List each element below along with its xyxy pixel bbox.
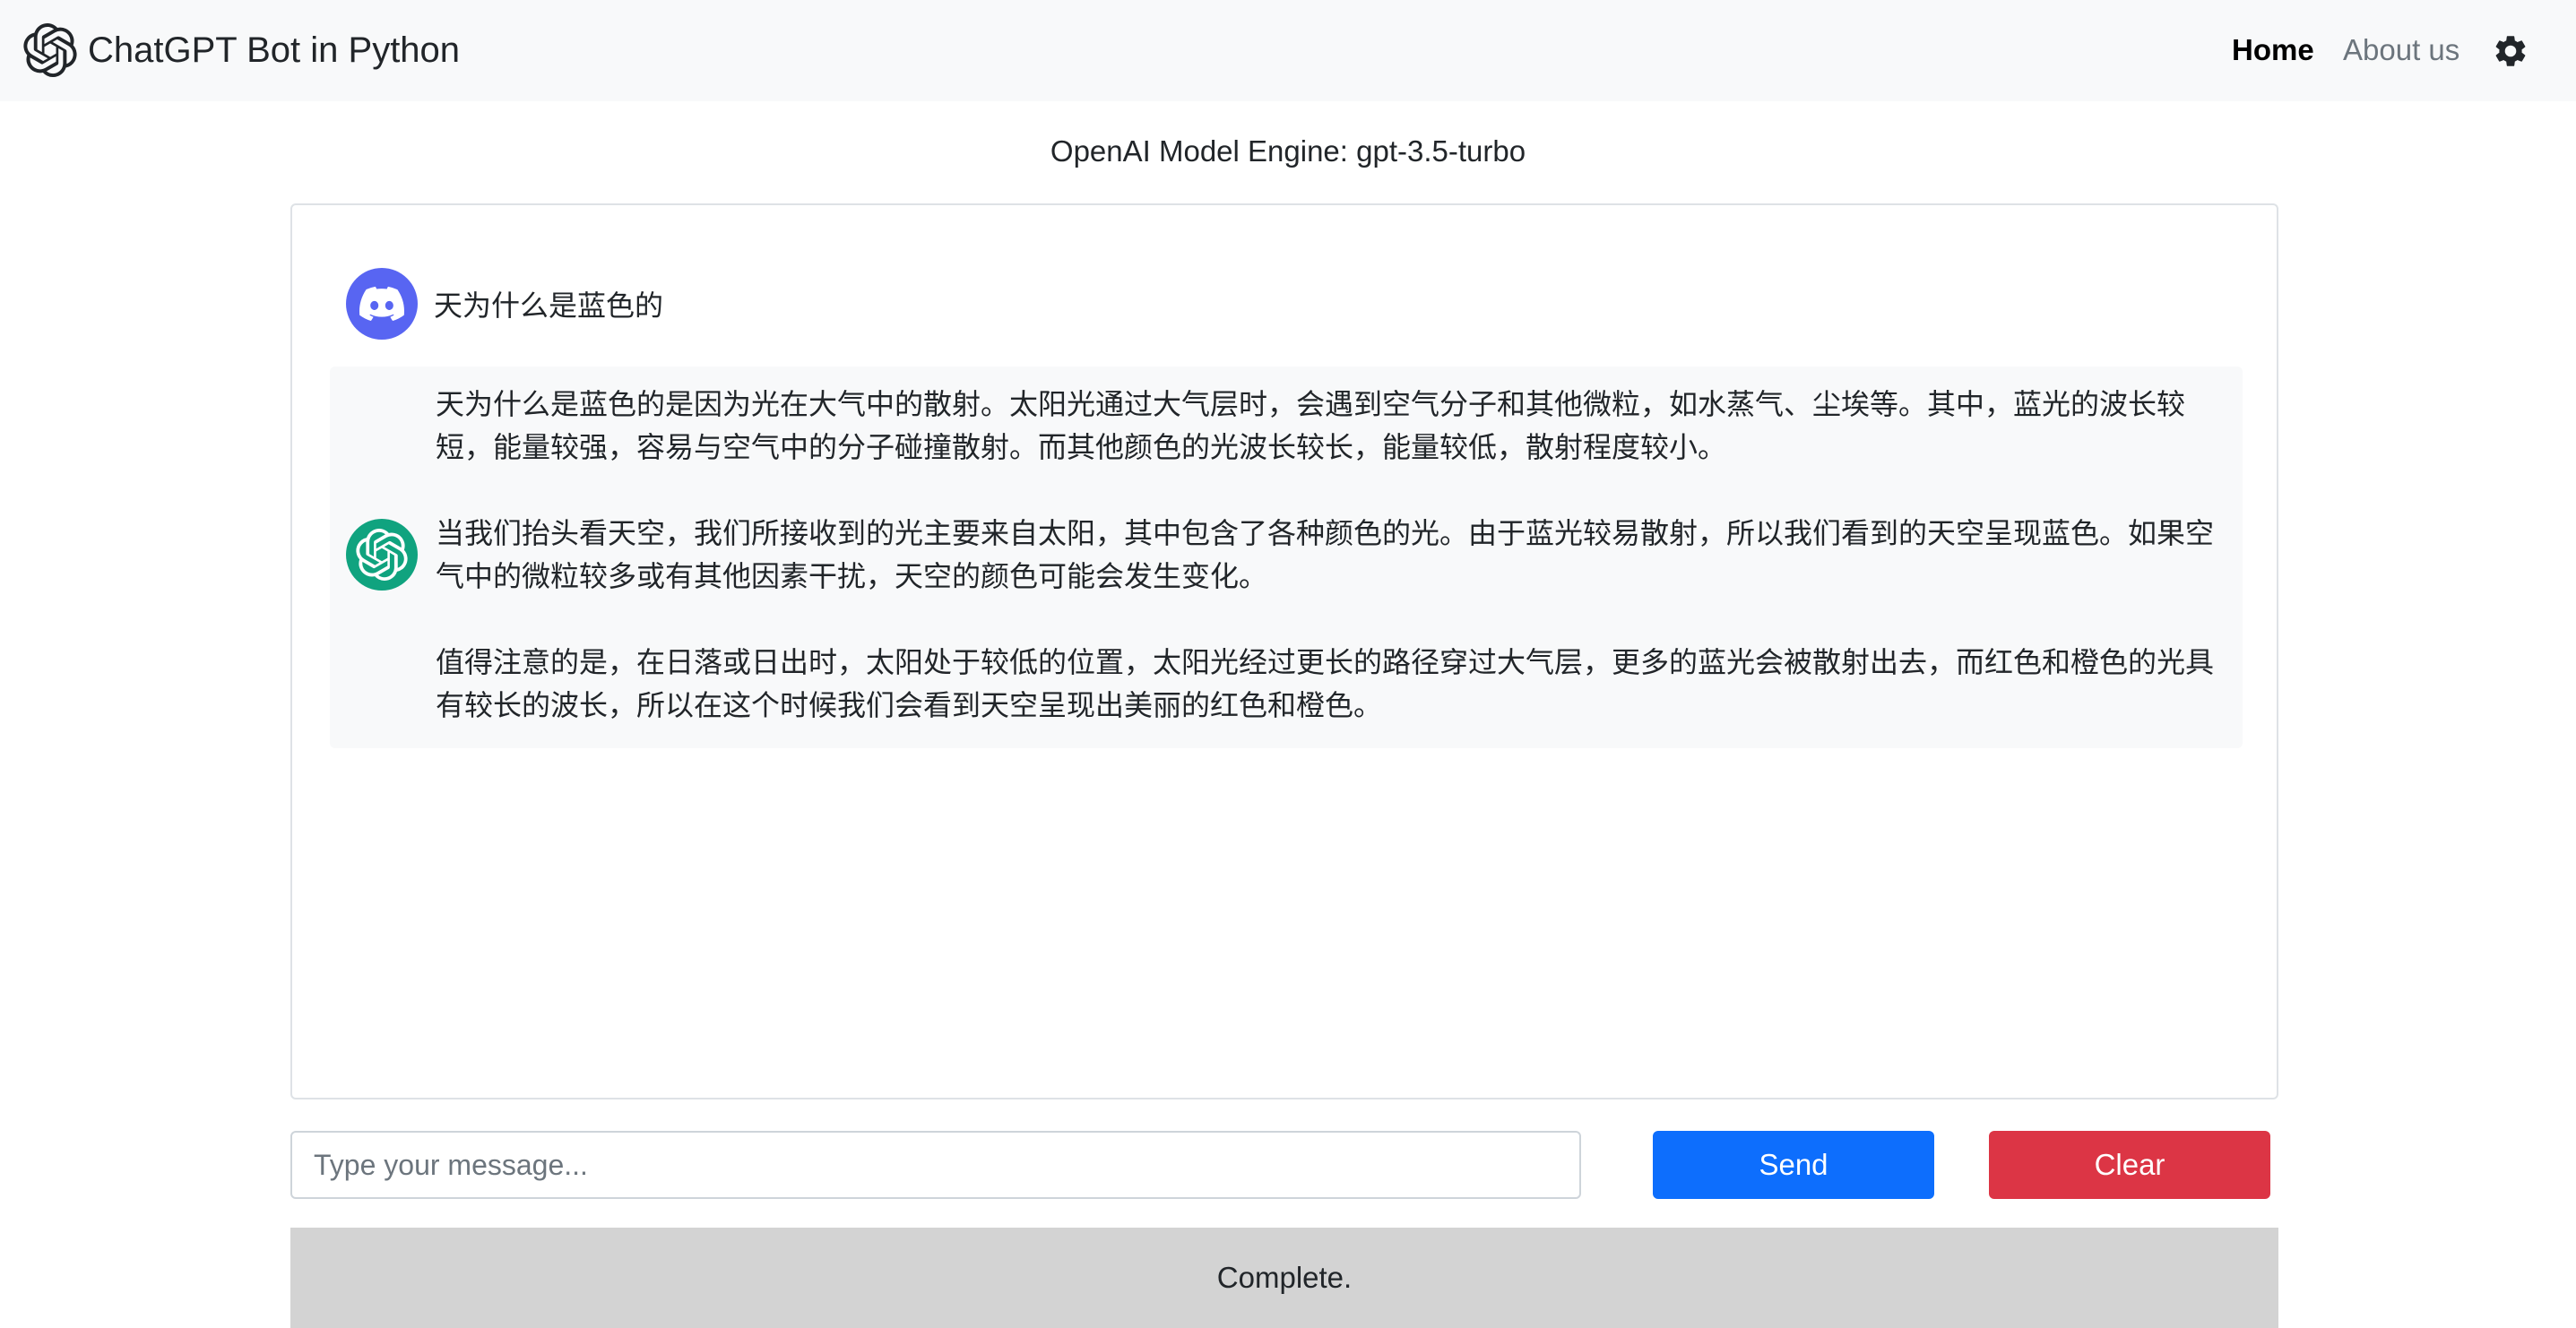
bot-paragraph: 天为什么是蓝色的是因为光在大气中的散射。太阳光通过大气层时，会遇到空气分子和其他… bbox=[436, 388, 2186, 463]
nav-about-link[interactable]: About us bbox=[2343, 33, 2459, 67]
bot-paragraph: 当我们抬头看天空，我们所接收到的光主要来自太阳，其中包含了各种颜色的光。由于蓝光… bbox=[436, 517, 2215, 592]
brand-title: ChatGPT Bot in Python bbox=[88, 30, 461, 70]
chat-history[interactable]: 天为什么是蓝色的 天为什么是蓝色的是因为光在大气中的散射。太阳光通过大气层时，会… bbox=[290, 203, 2278, 1099]
bot-paragraph: 值得注意的是，在日落或日出时，太阳处于较低的位置，太阳光经过更长的路径穿过大气层… bbox=[436, 646, 2215, 721]
message-input[interactable] bbox=[290, 1131, 1581, 1199]
bot-message: 天为什么是蓝色的是因为光在大气中的散射。太阳光通过大气层时，会遇到空气分子和其他… bbox=[330, 366, 2243, 748]
user-message: 天为什么是蓝色的 bbox=[346, 268, 663, 340]
input-row: Send Clear bbox=[290, 1131, 2278, 1201]
gear-icon[interactable] bbox=[2492, 32, 2529, 70]
brand[interactable]: ChatGPT Bot in Python bbox=[23, 23, 460, 77]
user-message-text: 天为什么是蓝色的 bbox=[434, 289, 664, 322]
status-bar: Complete. bbox=[290, 1228, 2278, 1328]
send-button[interactable]: Send bbox=[1653, 1131, 1934, 1199]
openai-icon bbox=[346, 519, 418, 591]
clear-button[interactable]: Clear bbox=[1989, 1131, 2270, 1199]
bot-message-text: 天为什么是蓝色的是因为光在大气中的散射。太阳光通过大气层时，会遇到空气分子和其他… bbox=[436, 383, 2228, 727]
nav-home-link[interactable]: Home bbox=[2232, 33, 2314, 67]
model-engine-label: OpenAI Model Engine: gpt-3.5-turbo bbox=[1050, 134, 1526, 168]
openai-logo-icon bbox=[23, 23, 77, 77]
discord-icon bbox=[346, 268, 418, 340]
navbar: ChatGPT Bot in Python Home About us bbox=[0, 0, 2576, 101]
